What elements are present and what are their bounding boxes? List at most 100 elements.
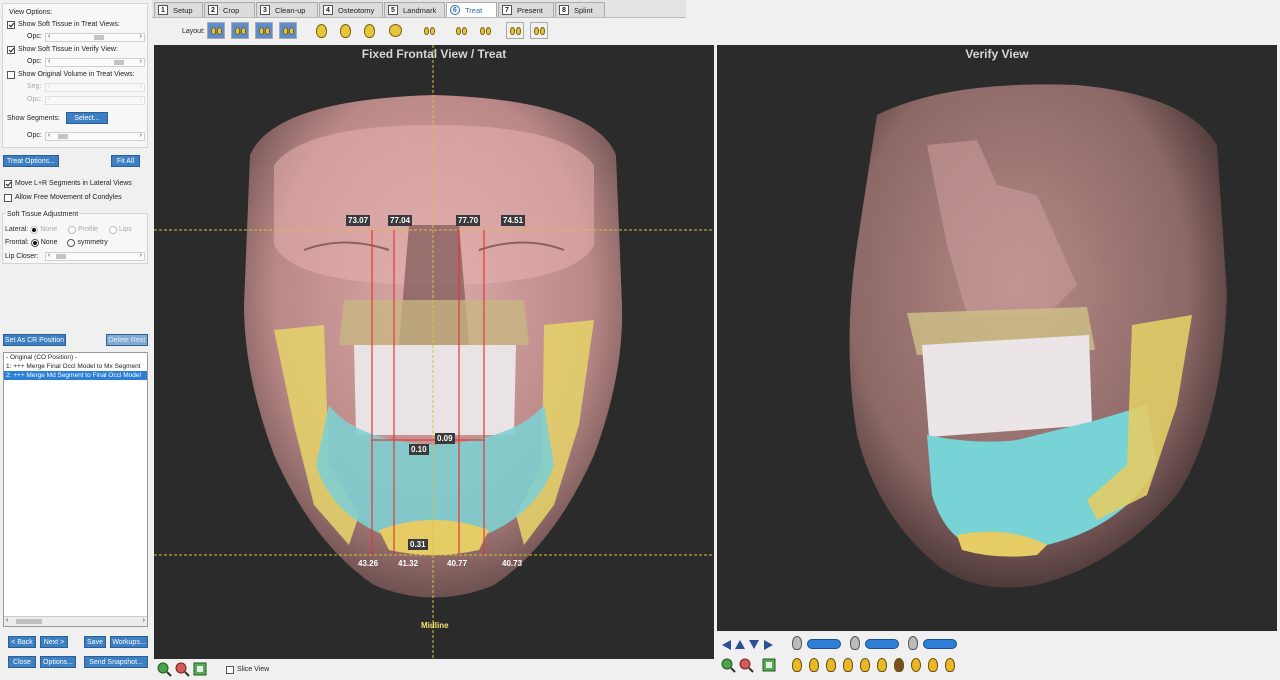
tab-treat[interactable]: 6 Treat <box>446 2 497 17</box>
frontal-none-radio[interactable] <box>30 238 39 247</box>
layout-single-lateral-icon[interactable] <box>312 22 330 39</box>
rotate-down-arrow-icon[interactable] <box>749 640 759 649</box>
layout-four-heads-icon[interactable] <box>420 22 438 39</box>
lateral-none-radio[interactable] <box>30 225 39 234</box>
show-soft-tissue-verify-checkbox[interactable]: Show Soft Tissue in Verify View: <box>7 44 118 55</box>
view-oblique-left-head-icon[interactable] <box>860 658 870 672</box>
treatment-history-list[interactable]: - Original (CO Position) - 1: +++ Merge … <box>3 352 148 627</box>
opc-slider-original[interactable]: ‹ › <box>45 96 145 105</box>
list-item[interactable]: - Original (CO Position) - <box>4 353 147 362</box>
zoom-in-icon[interactable] <box>156 661 172 677</box>
verify-3d-render[interactable] <box>717 45 1277 631</box>
treat-options-button[interactable]: Treat Options... <box>3 155 59 167</box>
move-lr-segments-checkbox[interactable]: Move L+R Segments in Lateral Views <box>4 178 132 189</box>
view-profile-left-head-icon[interactable] <box>928 658 938 672</box>
slider-thumb[interactable] <box>56 254 66 259</box>
tab-crop[interactable]: 2 Crop <box>204 2 255 17</box>
slider-right-arrow-icon[interactable]: › <box>140 58 142 65</box>
tab-landmark[interactable]: 5 Landmark <box>384 2 445 17</box>
layout-single-top-icon[interactable] <box>386 22 404 39</box>
view-right-head-icon[interactable] <box>826 658 836 672</box>
close-button[interactable]: Close <box>8 656 36 668</box>
view-oblique-right-head-icon[interactable] <box>877 658 887 672</box>
view-front-head-icon[interactable] <box>792 658 802 672</box>
list-item[interactable]: 1: +++ Merge Final Occl Model to Mx Segm… <box>4 362 147 371</box>
slider-left-arrow-icon[interactable]: ‹ <box>48 96 50 103</box>
seg-slider[interactable]: ‹ › <box>45 83 145 92</box>
select-segments-button[interactable]: Select... <box>66 112 108 124</box>
tab-setup[interactable]: 1 Setup <box>154 2 203 17</box>
slider-left-arrow-icon[interactable]: ‹ <box>48 83 50 90</box>
roll-rotation-slider[interactable] <box>807 639 841 649</box>
view-left-head-icon[interactable] <box>809 658 819 672</box>
tab-splint[interactable]: 8 Splint <box>555 2 605 17</box>
frontal-3d-render[interactable] <box>154 45 714 659</box>
layout-quad-frontal-icon[interactable] <box>207 22 225 39</box>
layout-single-oblique-icon[interactable] <box>336 22 354 39</box>
layout-split-icon[interactable] <box>255 22 273 39</box>
lateral-profile-radio[interactable] <box>68 225 77 234</box>
slider-thumb[interactable] <box>94 35 104 40</box>
show-soft-tissue-treat-checkbox[interactable]: Show Soft Tissue in Treat Views: <box>7 19 120 30</box>
list-item-selected[interactable]: 2: +++ Merge Md Segment to Final Occl Mo… <box>4 371 147 380</box>
slider-right-arrow-icon[interactable]: › <box>140 96 142 103</box>
lip-closer-slider[interactable]: ‹ › <box>45 252 145 261</box>
layout-pair-4-icon[interactable] <box>530 22 548 39</box>
verify-viewport[interactable]: Verify View <box>717 45 1277 631</box>
scroll-right-arrow-icon[interactable]: › <box>143 617 145 624</box>
opc-slider-treat[interactable]: ‹ › <box>45 33 145 42</box>
fit-all-button[interactable]: Fit All <box>111 155 140 167</box>
slider-thumb[interactable] <box>58 134 68 139</box>
tab-present[interactable]: 7 Present <box>498 2 554 17</box>
slider-right-arrow-icon[interactable]: › <box>140 252 142 259</box>
rotate-right-arrow-icon[interactable] <box>764 640 773 650</box>
slider-left-arrow-icon[interactable]: ‹ <box>48 252 50 259</box>
zoom-out-icon[interactable] <box>174 661 190 677</box>
opc-slider-verify[interactable]: ‹ › <box>45 58 145 67</box>
zoom-in-icon[interactable] <box>720 657 736 673</box>
fit-view-icon[interactable] <box>761 657 777 673</box>
set-as-cr-position-button[interactable]: Set As CR Position <box>3 334 66 346</box>
layout-pair-1-icon[interactable] <box>452 22 470 39</box>
next-button[interactable]: Next > <box>40 636 68 648</box>
lateral-lips-radio[interactable] <box>108 225 117 234</box>
workups-button[interactable]: Workups... <box>110 636 148 648</box>
layout-pair-2-icon[interactable] <box>476 22 494 39</box>
layout-pair-3-icon[interactable] <box>506 22 524 39</box>
yaw-rotation-slider[interactable] <box>865 639 899 649</box>
slider-left-arrow-icon[interactable]: ‹ <box>48 33 50 40</box>
scrollbar-thumb[interactable] <box>16 619 42 624</box>
rotate-left-arrow-icon[interactable] <box>722 640 731 650</box>
zoom-out-icon[interactable] <box>738 657 754 673</box>
layout-single-frontal-icon[interactable] <box>360 22 378 39</box>
slider-right-arrow-icon[interactable]: › <box>140 33 142 40</box>
show-original-volume-checkbox[interactable]: Show Original Volume in Treat Views: <box>7 69 135 80</box>
fit-view-icon[interactable] <box>192 661 208 677</box>
view-back-head-icon[interactable] <box>843 658 853 672</box>
delete-rest-button[interactable]: Delete Rest <box>106 334 148 346</box>
slider-right-arrow-icon[interactable]: › <box>140 132 142 139</box>
opc-slider-segments[interactable]: ‹ › <box>45 132 145 141</box>
fixed-frontal-viewport[interactable]: Fixed Frontal View / Treat 73.07 77.04 7… <box>154 45 714 659</box>
allow-free-movement-checkbox[interactable]: Allow Free Movement of Condyles <box>4 192 122 203</box>
rotate-up-arrow-icon[interactable] <box>735 640 745 649</box>
frontal-symmetry-radio[interactable] <box>67 238 76 247</box>
view-profile-right-head-icon[interactable] <box>945 658 955 672</box>
scroll-left-arrow-icon[interactable]: ‹ <box>6 617 8 624</box>
slider-right-arrow-icon[interactable]: › <box>140 83 142 90</box>
tab-osteotomy[interactable]: 4 Osteotomy <box>319 2 383 17</box>
slice-view-checkbox[interactable]: Slice View <box>226 664 269 675</box>
pitch-rotation-slider[interactable] <box>923 639 957 649</box>
send-snapshot-button[interactable]: Send Snapshot... <box>84 656 148 668</box>
layout-compare-icon[interactable] <box>279 22 297 39</box>
options-button[interactable]: Options... <box>40 656 76 668</box>
slider-left-arrow-icon[interactable]: ‹ <box>48 58 50 65</box>
history-horizontal-scrollbar[interactable]: ‹ › <box>4 616 147 626</box>
back-button[interactable]: < Back <box>8 636 36 648</box>
view-bottom-head-icon[interactable] <box>911 658 921 672</box>
save-button[interactable]: Save <box>84 636 106 648</box>
slider-thumb[interactable] <box>114 60 124 65</box>
layout-quad-lateral-icon[interactable] <box>231 22 249 39</box>
slider-left-arrow-icon[interactable]: ‹ <box>48 132 50 139</box>
view-top-head-icon[interactable] <box>894 658 904 672</box>
